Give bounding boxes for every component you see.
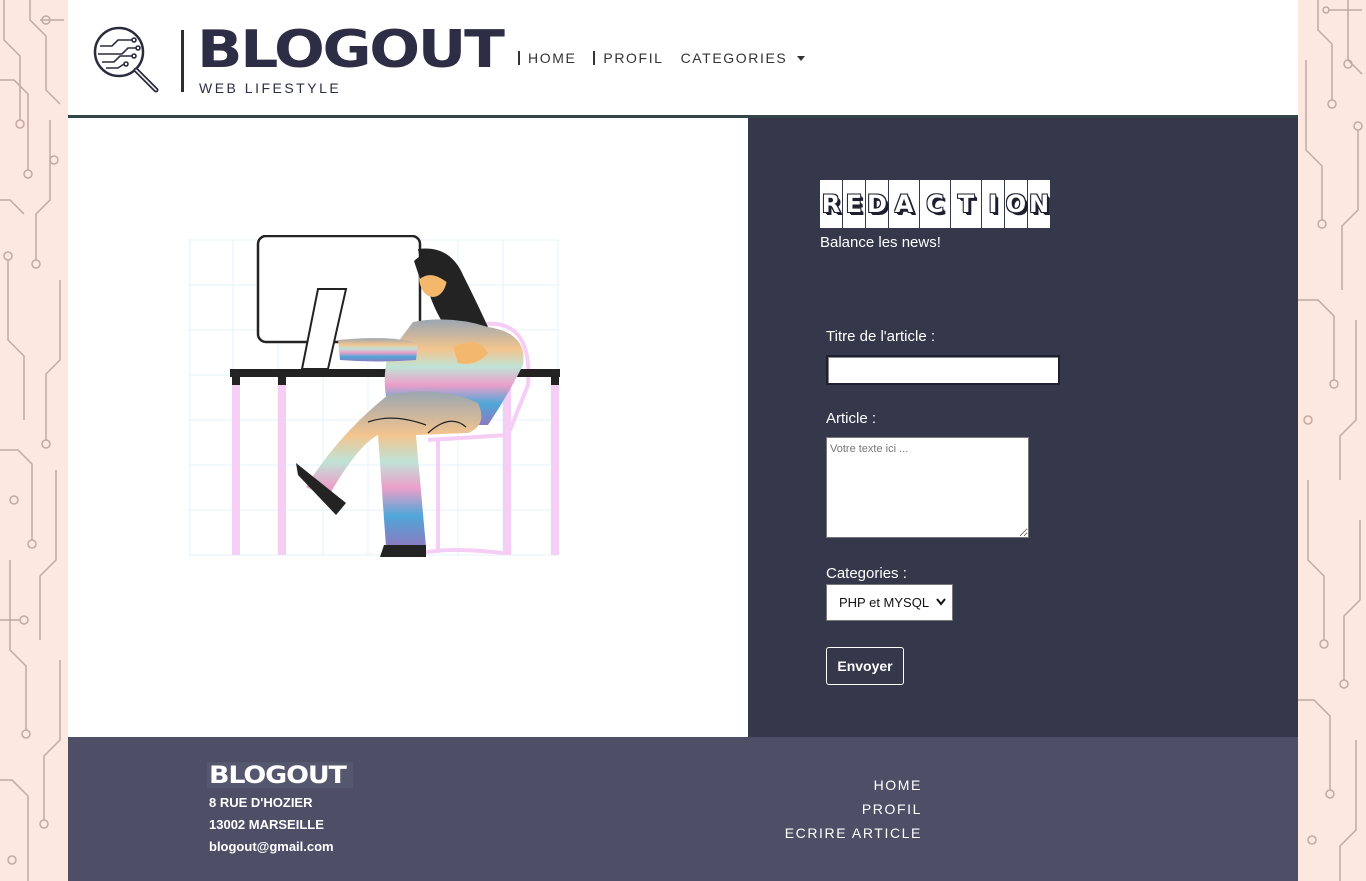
chevron-down-icon <box>936 598 946 606</box>
logo-subtitle: WEB LIFESTYLE <box>199 80 342 96</box>
article-title-input[interactable] <box>826 355 1060 385</box>
redaction-panel: R E D A C T I O N Balance les news! Titr… <box>748 118 1298 737</box>
heading-letter: A <box>889 180 919 228</box>
footer-email[interactable]: blogout@gmail.com <box>209 839 334 854</box>
categories-selected-value: PHP et MYSQL <box>839 595 930 610</box>
heading-letter: E <box>843 180 865 228</box>
site-footer: BLOGOUT 8 RUE D'HOZIER 13002 MARSEILLE b… <box>68 737 1298 881</box>
magnifier-circuit-icon[interactable] <box>92 26 162 96</box>
heading-letter: N <box>1028 180 1050 228</box>
title-label: Titre de l'article : <box>826 328 936 345</box>
article-label: Article : <box>826 410 877 427</box>
woman-at-computer-illustration <box>188 235 560 557</box>
nav-profil[interactable]: PROFIL <box>593 50 663 66</box>
heading-letter: T <box>951 180 981 228</box>
heading-letter: R <box>820 180 842 228</box>
footer-address-line1: 8 RUE D'HOZIER <box>209 795 313 810</box>
nav-separator <box>593 51 596 65</box>
logo-title[interactable]: BLOGOUT <box>197 24 505 76</box>
nav-home-label: HOME <box>528 50 577 66</box>
categories-select[interactable]: PHP et MYSQL <box>826 584 953 621</box>
footer-logo[interactable]: BLOGOUT <box>207 762 353 788</box>
footer-link-profil[interactable]: PROFIL <box>698 797 922 821</box>
nav-separator <box>518 51 520 65</box>
page-container: BLOGOUT WEB LIFESTYLE HOME PROFIL CATEGO… <box>68 0 1298 881</box>
main-nav: HOME PROFIL CATEGORIES <box>518 50 822 66</box>
heading-letter: C <box>920 180 950 228</box>
send-button[interactable]: Envoyer <box>826 647 904 685</box>
nav-categories-label: CATEGORIES <box>680 50 788 66</box>
site-header: BLOGOUT WEB LIFESTYLE HOME PROFIL CATEGO… <box>68 0 1298 118</box>
nav-home[interactable]: HOME <box>518 50 576 66</box>
heading-letter: I <box>982 180 1004 228</box>
panel-tagline: Balance les news! <box>820 234 941 251</box>
redaction-heading: R E D A C T I O N <box>820 180 1051 228</box>
nav-categories-dropdown[interactable]: CATEGORIES <box>681 50 806 66</box>
categories-label: Categories : <box>826 565 907 582</box>
footer-link-home[interactable]: HOME <box>698 773 922 797</box>
heading-letter: D <box>866 180 888 228</box>
circuit-pattern-right <box>1298 0 1363 881</box>
article-textarea[interactable] <box>826 437 1029 538</box>
logo-divider <box>181 30 184 92</box>
caret-down-icon <box>797 55 806 61</box>
footer-logo-text: BLOGOUT <box>209 762 347 788</box>
footer-address-line2: 13002 MARSEILLE <box>209 817 324 832</box>
footer-link-ecrire-article[interactable]: ECRIRE ARTICLE <box>698 821 922 845</box>
nav-profil-label: PROFIL <box>603 50 664 66</box>
circuit-pattern-left <box>0 0 64 881</box>
heading-letter: O <box>1005 180 1027 228</box>
footer-nav: HOME PROFIL ECRIRE ARTICLE <box>698 773 922 845</box>
